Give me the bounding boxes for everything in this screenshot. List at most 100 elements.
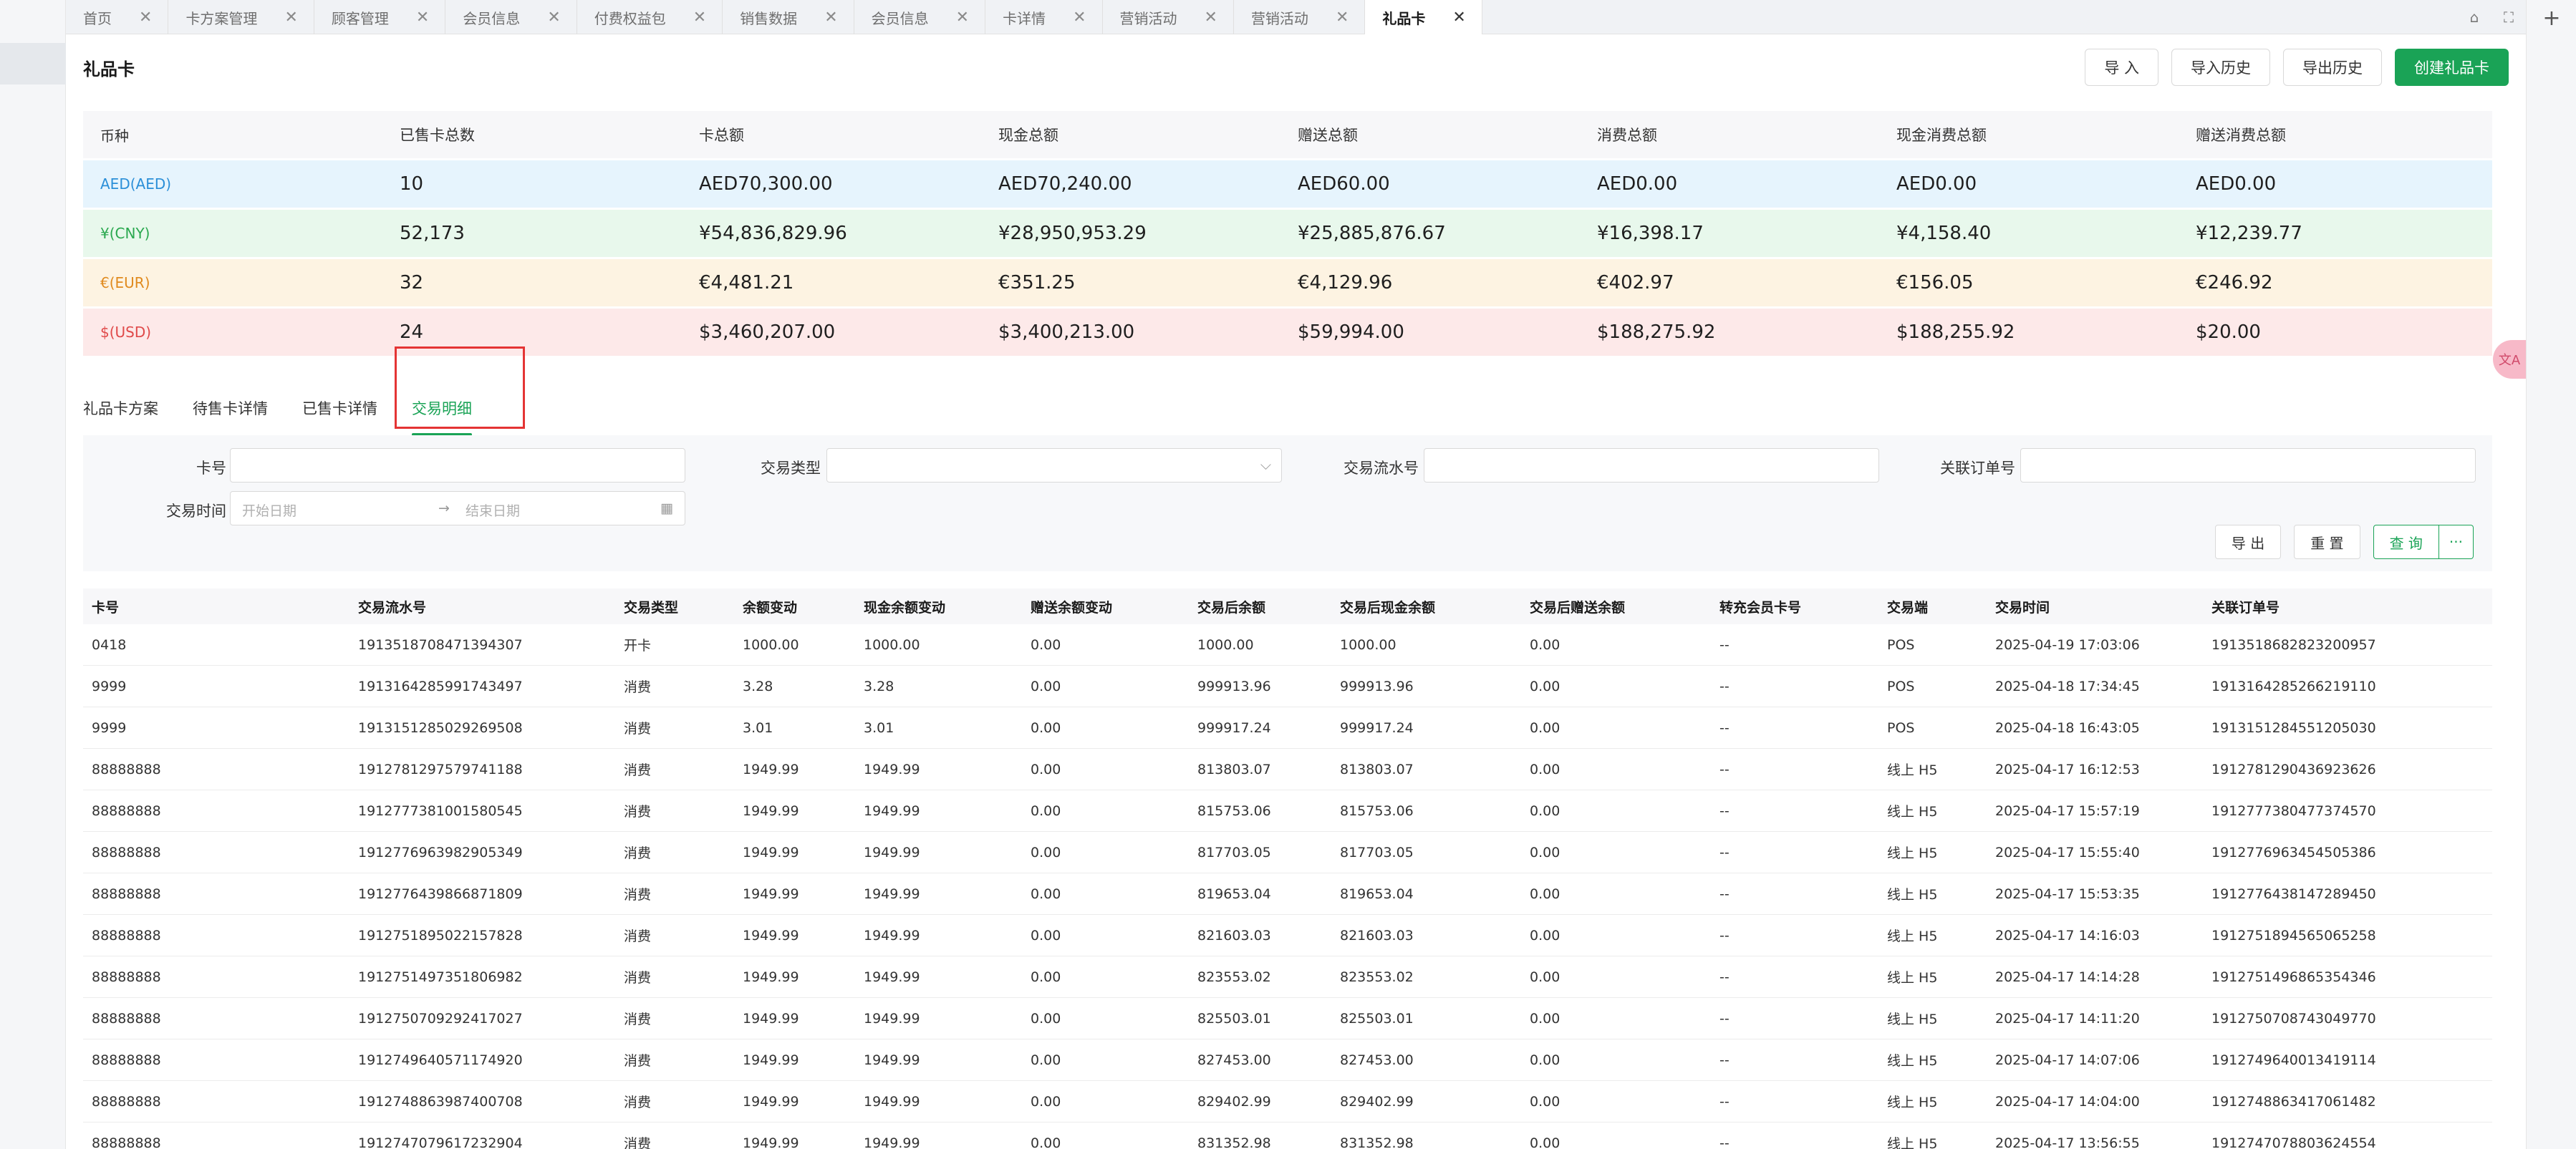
table-cell: 1912776438147289450 (2211, 886, 2376, 902)
txn-type-select[interactable]: ⌵ (826, 448, 1282, 483)
table-cell: 开卡 (624, 638, 652, 654)
txn-time-range-picker[interactable]: 开始日期 → 结束日期 ▦ (230, 491, 685, 525)
column-header[interactable]: 现金余额变动 (855, 597, 1022, 616)
column-header[interactable]: 交易后现金余额 (1331, 597, 1521, 616)
close-icon[interactable]: ✕ (693, 9, 706, 26)
table-row[interactable]: 88888888 1912747079617232904 消费 1949.99 1949… (83, 1123, 2492, 1149)
column-header[interactable]: 转充会员卡号 (1711, 597, 1878, 616)
fullscreen-icon[interactable]: ⛶ (2491, 0, 2526, 34)
close-icon[interactable]: ✕ (1205, 9, 1217, 26)
summary-header-cell: 币种 (100, 127, 129, 145)
column-header[interactable]: 卡号 (83, 597, 349, 616)
summary-cell-consume: €402.97 (1597, 272, 1674, 294)
table-cell: 88888888 (92, 886, 161, 902)
tab-8[interactable]: 营销活动 ✕ (1103, 0, 1234, 34)
table-cell: 88888888 (92, 1052, 161, 1068)
table-cell: 消费 (624, 1053, 652, 1069)
table-header-row: 卡号 交易流水号 交易类型 余额变动 现金余额变动 赠送余额变动 交易后余额 交易后现金余额交… (83, 588, 2492, 624)
export-history-button[interactable]: 导出历史 (2283, 49, 2382, 86)
table-row[interactable]: 88888888 1912749640571174920 消费 1949.99 1949… (83, 1039, 2492, 1081)
column-header[interactable]: 交易时间 (1987, 597, 2203, 616)
import-history-button[interactable]: 导入历史 (2171, 49, 2270, 86)
close-icon[interactable]: ✕ (139, 9, 152, 26)
table-row[interactable]: 0418 1913518708471394307 开卡 1000.00 1000.00 0… (83, 624, 2492, 666)
close-icon[interactable]: ✕ (547, 9, 560, 26)
tab-10[interactable]: 礼品卡 ✕ (1365, 0, 1482, 34)
close-icon[interactable]: ✕ (416, 9, 429, 26)
query-button[interactable]: 查 询 (2373, 525, 2439, 559)
table-cell: 0.00 (1031, 636, 1061, 653)
page-title: 礼品卡 (83, 59, 135, 79)
table-row[interactable]: 88888888 1912748863987400708 消费 1949.99 1949… (83, 1081, 2492, 1123)
table-cell: 消费 (624, 1136, 652, 1149)
column-header[interactable]: 交易端 (1878, 597, 1987, 616)
summary-cell-gift_consume: AED0.00 (2196, 173, 2277, 195)
table-cell: 线上 H5 (1887, 804, 1938, 820)
table-cell: 2025-04-19 17:03:06 (1995, 636, 2140, 653)
close-icon[interactable]: ✕ (1336, 9, 1349, 26)
table-cell: 0.00 (1530, 761, 1560, 777)
table-cell: 999917.24 (1340, 719, 1414, 736)
column-header[interactable]: 关联订单号 (2203, 597, 2492, 616)
table-cell: 0.00 (1031, 927, 1061, 944)
close-icon[interactable]: ✕ (956, 9, 969, 26)
txn-serial-input[interactable] (1424, 448, 1879, 483)
close-icon[interactable]: ✕ (1452, 9, 1465, 26)
tab-3[interactable]: 会员信息 ✕ (445, 0, 577, 34)
table-cell: 9999 (92, 719, 127, 736)
card-no-input[interactable] (230, 448, 685, 483)
subtab-label: 已售卡详情 (302, 400, 377, 417)
table-cell: 0.00 (1530, 678, 1560, 694)
close-icon[interactable]: ✕ (284, 9, 297, 26)
sidebar-selected-item[interactable] (0, 43, 66, 84)
table-cell: 88888888 (92, 1010, 161, 1027)
import-button[interactable]: 导 入 (2085, 49, 2158, 86)
table-row[interactable]: 9999 1913164285991743497 消费 3.28 3.28 0.00 999… (83, 666, 2492, 707)
tab-9[interactable]: 营销活动 ✕ (1234, 0, 1366, 34)
tab-2[interactable]: 顾客管理 ✕ (314, 0, 446, 34)
more-icon[interactable]: ··· (2438, 525, 2474, 559)
table-cell: -- (1719, 636, 1730, 653)
reset-button[interactable]: 重 置 (2294, 525, 2360, 559)
tab-bar: 首页 ✕ 卡方案管理 ✕ 顾客管理 ✕ 会员信息 ✕ 付费权益包 ✕ 销售数据 ✕ 会员信息 ✕ 卡详情 ✕ 营… (66, 0, 2526, 34)
plus-icon[interactable]: + (2527, 6, 2576, 31)
app-window: 首页 ✕ 卡方案管理 ✕ 顾客管理 ✕ 会员信息 ✕ 付费权益包 ✕ 销售数据 ✕ 会员信息 ✕ 卡详情 ✕ 营… (0, 0, 2576, 1149)
table-row[interactable]: 88888888 1912751497351806982 消费 1949.99 1949… (83, 956, 2492, 998)
close-icon[interactable]: ✕ (1073, 9, 1086, 26)
table-row[interactable]: 88888888 1912776963982905349 消费 1949.99 1949… (83, 832, 2492, 873)
table-cell: 1949.99 (864, 969, 920, 985)
tab-6[interactable]: 会员信息 ✕ (854, 0, 986, 34)
column-header[interactable]: 赠送余额变动 (1022, 597, 1189, 616)
summary-cell-consume: $188,275.92 (1597, 321, 1716, 343)
tab-1[interactable]: 卡方案管理 ✕ (168, 0, 314, 34)
tab-7[interactable]: 卡详情 ✕ (985, 0, 1103, 34)
column-header[interactable]: 交易后赠送余额 (1521, 597, 1711, 616)
table-cell: 823553.02 (1340, 969, 1414, 985)
table-cell: 999913.96 (1340, 678, 1414, 694)
table-row[interactable]: 88888888 1912750709292417027 消费 1949.99 1949… (83, 998, 2492, 1039)
table-row[interactable]: 88888888 1912781297579741188 消费 1949.99 1949… (83, 749, 2492, 790)
column-header[interactable]: 交易类型 (615, 597, 734, 616)
table-cell: 3.01 (743, 719, 773, 736)
table-row[interactable]: 88888888 1912751895022157828 消费 1949.99 1949… (83, 915, 2492, 956)
table-cell: 823553.02 (1197, 969, 1271, 985)
create-gift-card-button[interactable]: 创建礼品卡 (2395, 49, 2509, 86)
tab-label: 首页 (83, 9, 112, 27)
export-button[interactable]: 导 出 (2214, 525, 2282, 559)
summary-header-cell: 消费总额 (1597, 127, 1657, 144)
table-cell: 1912751496865354346 (2211, 969, 2376, 985)
summary-cell-cash_consume: €156.05 (1896, 272, 1974, 294)
close-icon[interactable]: ✕ (824, 9, 837, 26)
translate-icon[interactable]: 文A (2493, 340, 2526, 379)
table-row[interactable]: 88888888 1912777381001580545 消费 1949.99 1949… (83, 790, 2492, 832)
table-row[interactable]: 88888888 1912776439866871809 消费 1949.99 1949… (83, 873, 2492, 915)
column-header[interactable]: 交易流水号 (349, 597, 615, 616)
tab-5[interactable]: 销售数据 ✕ (723, 0, 854, 34)
home-icon[interactable]: ⌂ (2457, 0, 2491, 34)
table-row[interactable]: 9999 1913151285029269508 消费 3.01 3.01 0.00 999… (83, 707, 2492, 749)
tab-4[interactable]: 付费权益包 ✕ (577, 0, 723, 34)
column-header[interactable]: 余额变动 (734, 597, 855, 616)
order-no-input[interactable] (2020, 448, 2476, 483)
tab-0[interactable]: 首页 ✕ (66, 0, 169, 34)
column-header[interactable]: 交易后余额 (1189, 597, 1331, 616)
